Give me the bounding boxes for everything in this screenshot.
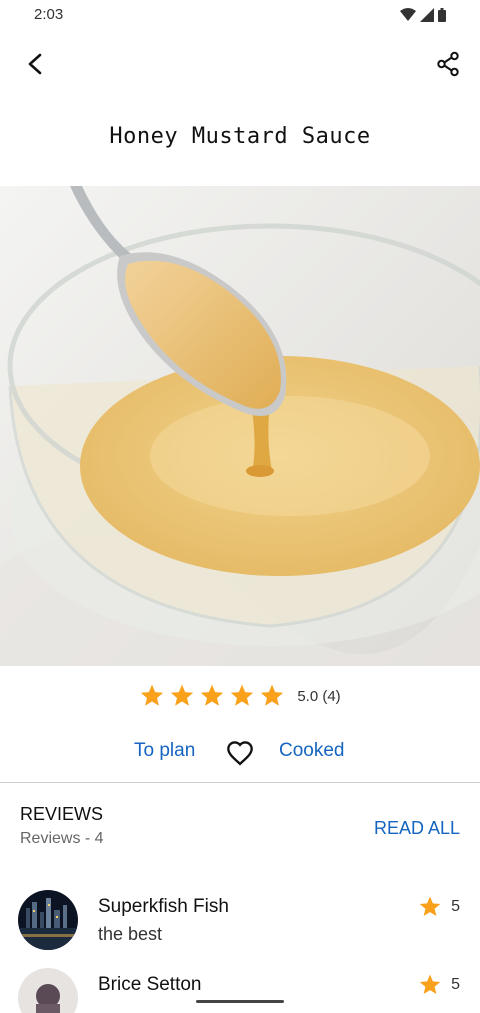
share-icon: [437, 51, 459, 77]
divider: [0, 782, 480, 783]
status-time: 2:03: [34, 6, 64, 23]
reviews-title: REVIEWS: [20, 804, 104, 824]
avatar: [18, 968, 78, 1013]
wifi-icon: [400, 8, 416, 21]
star-icon: [231, 684, 254, 706]
star-icon: [201, 684, 224, 706]
star-icon: [141, 684, 164, 706]
signal-icon: [420, 8, 434, 22]
cooked-button[interactable]: Cooked: [279, 740, 345, 762]
recipe-photo: [0, 186, 480, 666]
to-plan-button[interactable]: To plan: [134, 740, 195, 762]
share-button[interactable]: [430, 46, 466, 82]
reviews-count: Reviews - 4: [20, 830, 104, 847]
reviewer-name: Brice Setton: [98, 974, 202, 995]
status-bar: 2:03: [0, 0, 480, 34]
review-item[interactable]: Superkfish Fish the best 5: [0, 890, 480, 950]
rating-row: 5.0 (4): [0, 680, 480, 712]
star-icon: [419, 896, 441, 916]
avatar: [18, 890, 78, 950]
review-score: 5: [451, 976, 460, 993]
star-icon: [171, 684, 194, 706]
reviewer-name: Superkfish Fish: [98, 896, 229, 917]
battery-icon: [438, 8, 446, 22]
gesture-nav-handle[interactable]: [196, 1000, 284, 1003]
recipe-title: Honey Mustard Sauce: [109, 124, 371, 149]
top-app-bar: [0, 40, 480, 88]
back-arrow-icon: [28, 53, 42, 75]
back-button[interactable]: [18, 46, 54, 82]
read-all-button[interactable]: READ ALL: [374, 818, 460, 839]
star-icon: [261, 684, 284, 706]
actions-row: To plan Cooked: [0, 738, 480, 770]
status-icons: [400, 8, 446, 22]
heart-icon[interactable]: [226, 740, 254, 768]
review-score: 5: [451, 898, 460, 915]
rating-summary: 5.0 (4): [297, 687, 341, 705]
review-text: the best: [98, 924, 163, 944]
star-icon: [419, 974, 441, 994]
review-item[interactable]: Brice Setton 5: [0, 968, 480, 1013]
